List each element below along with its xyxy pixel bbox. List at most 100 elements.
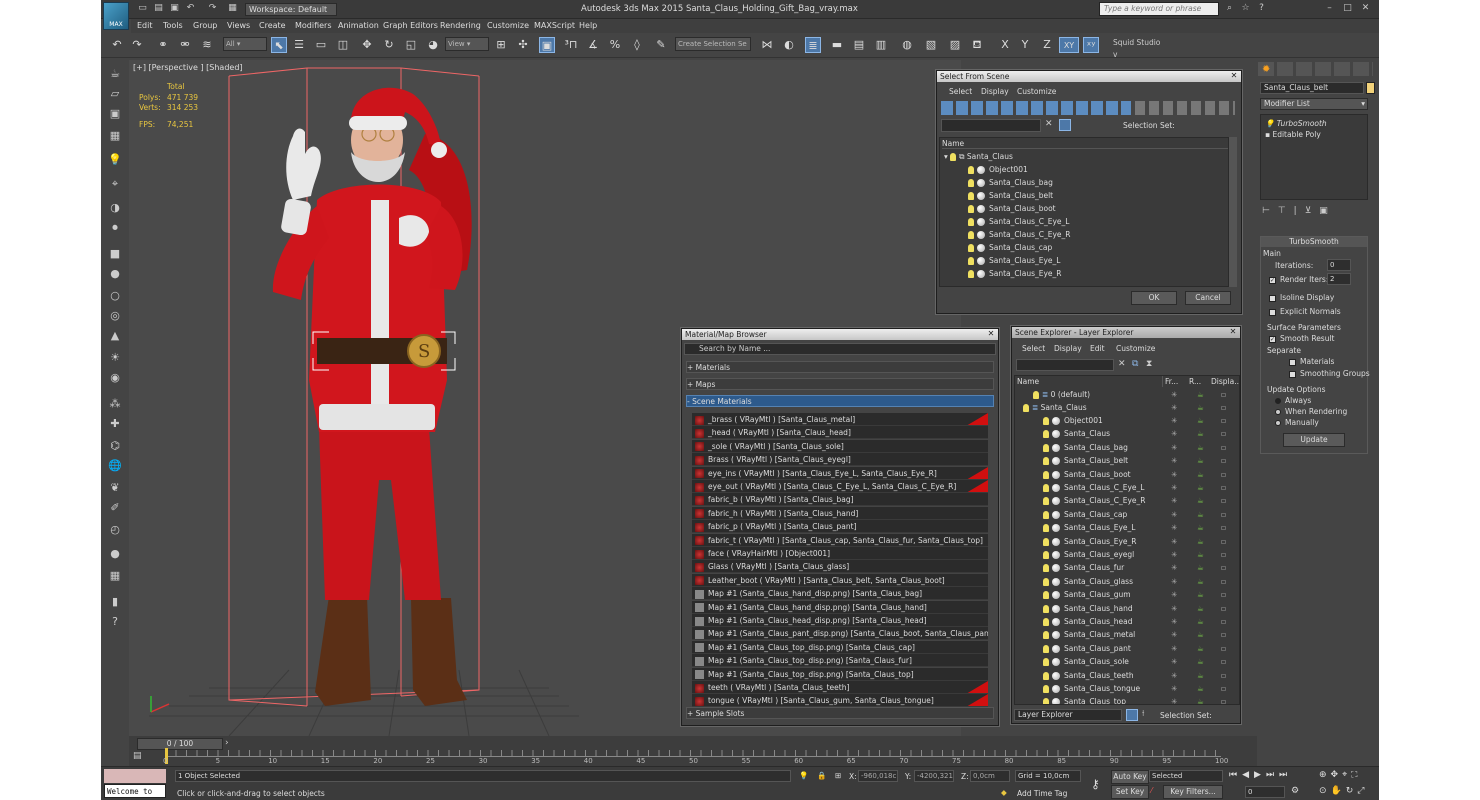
renderable-icon[interactable]: ☕ [1197, 441, 1204, 454]
paint-icon[interactable]: ✐ [107, 500, 123, 516]
sphere-icon[interactable]: ○ [107, 288, 123, 304]
scene-explorer-title[interactable]: Scene Explorer - Layer Explorer [1012, 327, 1240, 338]
clear-icon[interactable]: ✕ [1045, 119, 1055, 131]
material-row[interactable]: Map #1 (Santa_Claus_top_disp.png) [Santa… [692, 667, 988, 681]
material-row[interactable]: Map #1 (Santa_Claus_hand_disp.png) [Sant… [692, 600, 988, 614]
lock-icon[interactable]: 🔒 [817, 771, 826, 780]
particle-icon[interactable]: ⁂ [107, 396, 123, 412]
sun-icon[interactable]: ☀ [107, 350, 123, 366]
object-color-swatch[interactable] [1366, 82, 1375, 94]
explicit-normals-checkbox[interactable]: Explicit Normals [1269, 307, 1341, 316]
freeze-icon[interactable]: ✳ [1171, 401, 1177, 414]
modifier-list-dropdown[interactable]: Modifier List ▾ [1260, 98, 1368, 110]
renderable-icon[interactable]: ☕ [1197, 427, 1204, 440]
material-row[interactable]: Glass ( VRayMtl ) [Santa_Claus_glass] [692, 560, 988, 574]
app-logo[interactable]: MAX [103, 2, 129, 30]
pivot-center-icon[interactable]: ⊞ [493, 37, 509, 53]
teapot-icon[interactable]: ☕ [107, 66, 123, 82]
material-row[interactable]: Leather_boot ( VRayMtl ) [Santa_Claus_be… [692, 573, 988, 587]
select-by-name-icon[interactable]: ☰ [291, 37, 307, 53]
renderable-icon[interactable]: ☕ [1197, 695, 1204, 704]
align-icon[interactable]: ◐ [781, 37, 797, 53]
unlink-icon[interactable]: ⚮ [177, 37, 193, 53]
select-manipulate-icon[interactable]: ✣ [515, 37, 531, 53]
material-browser-title[interactable]: Material/Map Browser [682, 329, 998, 340]
freeze-icon[interactable]: ✳ [1171, 494, 1177, 507]
x-coordinate-field[interactable]: -960,018cr [858, 770, 898, 782]
mirror-icon[interactable]: ⋈ [759, 37, 775, 53]
visibility-bulb-icon[interactable] [1043, 671, 1049, 680]
track-bar[interactable] [165, 750, 1221, 757]
freeze-icon[interactable]: ✳ [1171, 388, 1177, 401]
helper-icon[interactable]: ✚ [107, 416, 123, 432]
display-box-icon[interactable]: ▫ [1221, 508, 1226, 521]
visibility-bulb-icon[interactable] [1043, 604, 1049, 613]
track-bar-icon[interactable]: ▤ [133, 751, 149, 763]
se-row[interactable]: Santa_Claus_gum [1043, 588, 1131, 601]
display-box-icon[interactable]: ▫ [1221, 481, 1226, 494]
renderable-icon[interactable]: ☕ [1197, 454, 1204, 467]
renderable-icon[interactable]: ☕ [1197, 401, 1204, 414]
material-row[interactable]: Map #1 (Santa_Claus_pant_disp.png) [Sant… [692, 627, 988, 641]
isoline-display-checkbox[interactable]: Isoline Display [1269, 293, 1334, 302]
freeze-icon[interactable]: ✳ [1171, 481, 1177, 494]
render-grid-icon[interactable]: ▦ [107, 568, 123, 584]
snaps-toggle-icon[interactable]: ³⊓ [563, 37, 579, 53]
renderable-icon[interactable]: ☕ [1197, 642, 1204, 655]
axis-xy-button[interactable]: XY [1059, 37, 1079, 53]
plane-icon[interactable]: ▱ [107, 86, 123, 102]
display-box-icon[interactable]: ▫ [1221, 588, 1226, 601]
se-row[interactable]: Santa_Claus_metal [1043, 628, 1135, 641]
menu-animation[interactable]: Animation [338, 21, 379, 30]
filter-toolbar[interactable] [941, 101, 1131, 115]
auto-key-button[interactable]: Auto Key [1111, 770, 1149, 784]
help-circle-icon[interactable]: ? [107, 614, 123, 630]
window-crossing-icon[interactable]: ◫ [335, 37, 351, 53]
display-box-icon[interactable]: ▫ [1221, 695, 1226, 704]
se-row[interactable]: Santa_Claus_tongue [1043, 682, 1140, 695]
display-box-icon[interactable]: ▫ [1221, 521, 1226, 534]
percent-snap-icon[interactable]: % [607, 37, 623, 53]
renderable-icon[interactable]: ☕ [1197, 535, 1204, 548]
sfs-row[interactable]: Santa_Claus_boot [968, 202, 1056, 215]
cylinder-icon[interactable]: ● [107, 266, 123, 282]
material-row[interactable]: _head ( VRayMtl ) [Santa_Claus_head] [692, 426, 988, 440]
renderable-icon[interactable]: ☕ [1197, 481, 1204, 494]
freeze-icon[interactable]: ✳ [1171, 561, 1177, 574]
display-box-icon[interactable]: ▫ [1221, 535, 1226, 548]
time-config-icon[interactable]: ⚙ [1291, 786, 1299, 796]
sfs-row[interactable]: Santa_Claus_C_Eye_L [968, 215, 1069, 228]
se-row[interactable]: ≣ 0 (default) [1033, 388, 1090, 401]
sfs-row[interactable]: Santa_Claus_Eye_R [968, 267, 1061, 280]
rendered-frame-window-icon[interactable]: ▨ [947, 37, 963, 53]
visibility-bulb-icon[interactable] [1043, 524, 1049, 533]
select-children-icon[interactable]: ⧗ [1146, 359, 1152, 369]
se-row[interactable]: Santa_Claus_Eye_R [1043, 535, 1136, 548]
renderable-icon[interactable]: ☕ [1197, 508, 1204, 521]
place-icon[interactable]: ◕ [425, 37, 441, 53]
workspace-dropdown[interactable]: Workspace: Default [245, 3, 337, 16]
box-primitive-icon[interactable]: ■ [107, 246, 123, 262]
menu-maxscript[interactable]: MAXScript [534, 21, 575, 30]
se-menu-customize[interactable]: Customize [1116, 344, 1155, 353]
material-editor-icon[interactable]: ◍ [899, 37, 915, 53]
visibility-bulb-icon[interactable] [1043, 457, 1049, 466]
display-box-icon[interactable]: ▫ [1221, 682, 1226, 695]
section-sample-slots[interactable]: + Sample Slots [686, 707, 994, 719]
menu-customize[interactable]: Customize [487, 21, 529, 30]
find-case-icon[interactable]: ⧉ [1132, 359, 1138, 369]
reference-coordinate-dropdown[interactable]: View ▾ [445, 37, 489, 51]
se-row[interactable]: Santa_Claus [1043, 427, 1110, 440]
layer-manager-icon[interactable]: ≣ [805, 37, 821, 53]
freeze-icon[interactable]: ✳ [1171, 454, 1177, 467]
maximize-icon[interactable]: □ [1341, 2, 1354, 16]
menu-tools[interactable]: Tools [163, 21, 183, 30]
visibility-bulb-icon[interactable] [1043, 537, 1049, 546]
display-box-icon[interactable]: ▫ [1221, 561, 1226, 574]
display-box-icon[interactable]: ▫ [1221, 494, 1226, 507]
render-production-icon[interactable]: ⛾ [969, 37, 985, 53]
freeze-icon[interactable]: ✳ [1171, 642, 1177, 655]
se-row[interactable]: Santa_Claus_cap [1043, 508, 1127, 521]
material-search-input[interactable]: Search by Name ... [684, 343, 996, 355]
foliage-icon[interactable]: ❦ [107, 480, 123, 496]
